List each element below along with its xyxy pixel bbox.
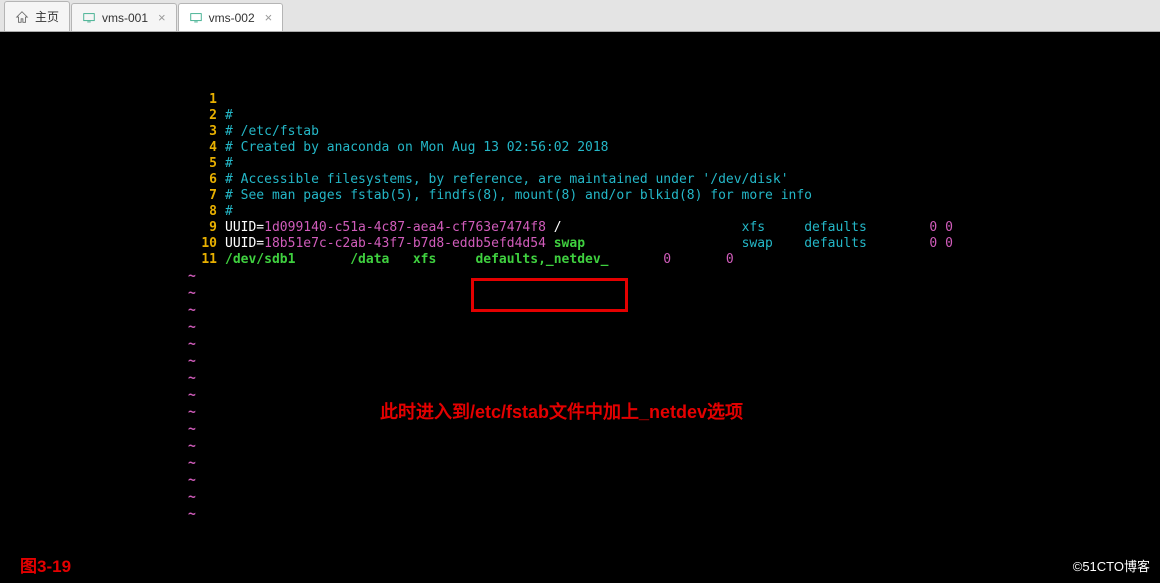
line-number: 7 — [0, 188, 225, 204]
empty-line-tilde: ~ — [0, 370, 1160, 387]
monitor-icon — [82, 11, 96, 25]
line-number: 3 — [0, 124, 225, 140]
tab-vms-001[interactable]: vms-001 × — [71, 3, 177, 31]
line-number: 5 — [0, 156, 225, 172]
empty-line-tilde: ~ — [0, 506, 1160, 523]
code-text: # /etc/fstab — [225, 124, 319, 140]
close-icon[interactable]: × — [158, 10, 166, 25]
empty-line-tilde: ~ — [0, 438, 1160, 455]
figure-label: 图3-19 — [20, 552, 71, 577]
empty-line-tilde: ~ — [0, 489, 1160, 506]
empty-line-tilde: ~ — [0, 455, 1160, 472]
editor-line: 7# See man pages fstab(5), findfs(8), mo… — [0, 188, 1160, 204]
empty-line-tilde: ~ — [0, 268, 1160, 285]
editor-line: 9UUID=1d099140-c51a-4c87-aea4-cf763e7474… — [0, 220, 1160, 236]
code-text: 1d099140-c51a-4c87-aea4-cf763e7474f8 — [264, 220, 546, 236]
code-text: /dev/sdb1 /data xfs defaults,_netdev_ — [225, 252, 663, 268]
code-text: # Created by anaconda on Mon Aug 13 02:5… — [225, 140, 609, 156]
code-text: 18b51e7c-c2ab-43f7-b7d8-eddb5efd4d54 — [264, 236, 546, 252]
editor-line: 5# — [0, 156, 1160, 172]
annotation-text: 此时进入到/etc/fstab文件中加上_netdev选项 — [380, 398, 743, 424]
code-text: 0 0 — [663, 252, 733, 268]
code-text: # See man pages fstab(5), findfs(8), mou… — [225, 188, 812, 204]
code-text: xfs defaults — [742, 220, 930, 236]
code-text: / — [546, 220, 742, 236]
empty-line-tilde: ~ — [0, 472, 1160, 489]
empty-line-tilde: ~ — [0, 336, 1160, 353]
line-number: 6 — [0, 172, 225, 188]
tab-bar: 主页 vms-001 × vms-002 × — [0, 0, 1160, 32]
line-number: 2 — [0, 108, 225, 124]
line-number: 8 — [0, 204, 225, 220]
editor-line: 2# — [0, 108, 1160, 124]
code-text: UUID= — [225, 236, 264, 252]
editor-line: 6# Accessible filesystems, by reference,… — [0, 172, 1160, 188]
code-text: swap — [546, 236, 742, 252]
code-text: # — [225, 204, 233, 220]
code-text: # Accessible filesystems, by reference, … — [225, 172, 789, 188]
code-text: # — [225, 108, 233, 124]
line-number: 10 — [0, 236, 225, 252]
watermark: ©51CTO博客 — [1073, 556, 1150, 575]
line-number: 4 — [0, 140, 225, 156]
line-number: 1 — [0, 92, 225, 108]
monitor-icon — [189, 11, 203, 25]
code-text: swap defaults — [742, 236, 930, 252]
editor-line: 11/dev/sdb1 /data xfs defaults,_netdev_ … — [0, 252, 1160, 268]
line-number: 9 — [0, 220, 225, 236]
tab-label: vms-001 — [102, 11, 148, 25]
line-number: 11 — [0, 252, 225, 268]
editor-line: 8# — [0, 204, 1160, 220]
code-text: 0 0 — [929, 220, 952, 236]
code-text: 0 0 — [929, 236, 952, 252]
tab-vms-002[interactable]: vms-002 × — [178, 3, 284, 31]
tab-label: 主页 — [35, 8, 59, 25]
empty-line-tilde: ~ — [0, 353, 1160, 370]
code-text: UUID= — [225, 220, 264, 236]
tab-label: vms-002 — [209, 11, 255, 25]
editor-line: 3# /etc/fstab — [0, 124, 1160, 140]
code-text: # — [225, 156, 233, 172]
editor-line: 10UUID=18b51e7c-c2ab-43f7-b7d8-eddb5efd4… — [0, 236, 1160, 252]
editor-line: 1 — [0, 92, 1160, 108]
empty-line-tilde: ~ — [0, 319, 1160, 336]
editor-line: 4# Created by anaconda on Mon Aug 13 02:… — [0, 140, 1160, 156]
empty-line-tilde: ~ — [0, 285, 1160, 302]
empty-line-tilde: ~ — [0, 302, 1160, 319]
home-icon — [15, 10, 29, 24]
tab-home[interactable]: 主页 — [4, 1, 70, 31]
terminal-editor[interactable]: 12#3# /etc/fstab4# Created by anaconda o… — [0, 32, 1160, 583]
close-icon[interactable]: × — [265, 10, 273, 25]
